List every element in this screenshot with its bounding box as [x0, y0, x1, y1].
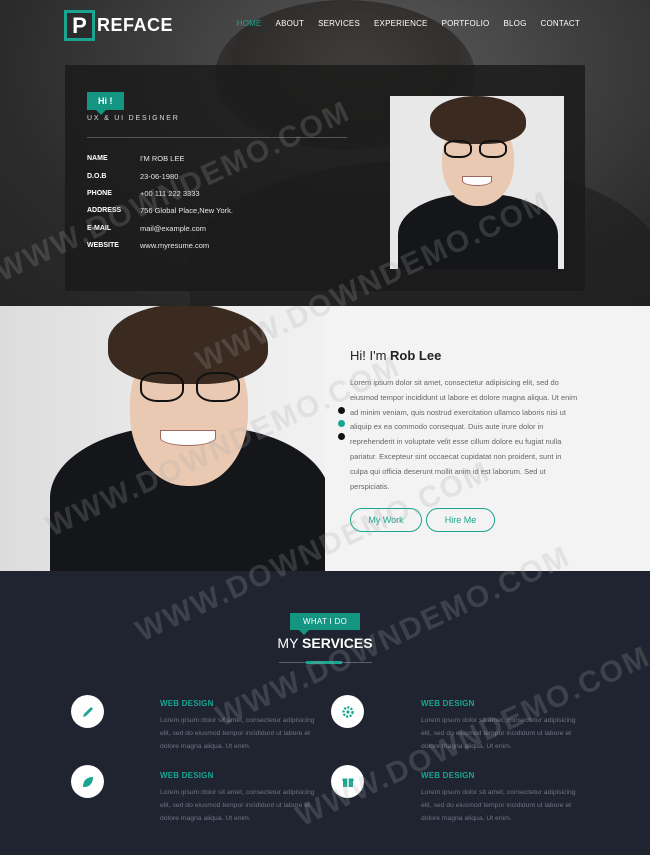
nav-contact[interactable]: CONTACT	[541, 19, 580, 28]
about-section: Hi! I'm Rob Lee Lorem ipsum dolor sit am…	[0, 306, 650, 571]
service-text: Lorem ipsum dolor sit amet, consectetur …	[421, 717, 576, 750]
nav-about[interactable]: ABOUT	[276, 19, 305, 28]
gift-icon	[331, 765, 364, 798]
detail-row: ADDRESS 756 Global Place,New York.	[87, 206, 233, 216]
main-nav: HOME ABOUT SERVICES EXPERIENCE PORTFOLIO…	[237, 19, 580, 28]
nav-services[interactable]: SERVICES	[318, 19, 360, 28]
nav-experience[interactable]: EXPERIENCE	[374, 19, 428, 28]
about-text: Lorem ipsum dolor sit amet, consectetur …	[350, 378, 578, 491]
my-work-button[interactable]: My Work	[350, 508, 422, 532]
detail-row: E-MAIL mail@example.com	[87, 223, 206, 233]
slider-dot[interactable]	[338, 433, 345, 440]
pencil-icon	[71, 695, 104, 728]
gear-icon	[331, 695, 364, 728]
service-title: WEB DESIGN	[160, 771, 214, 780]
divider	[87, 137, 347, 138]
about-photo	[0, 306, 325, 571]
slider-dots	[338, 407, 345, 440]
slider-dot-active[interactable]	[338, 420, 345, 427]
hire-me-button[interactable]: Hire Me	[426, 508, 495, 532]
profile-card: Hi ! UX & UI DESIGNER NAME I'M ROB LEE D.…	[65, 65, 585, 291]
services-section: WHAT I DO MY SERVICES WEB DESIGN Lorem i…	[0, 571, 650, 855]
service-title: WEB DESIGN	[421, 771, 475, 780]
logo-text: REFACE	[97, 15, 174, 35]
service-title: WEB DESIGN	[160, 699, 214, 708]
services-tag: WHAT I DO	[290, 613, 361, 635]
service-title: WEB DESIGN	[421, 699, 475, 708]
profile-photo	[390, 96, 564, 269]
detail-row: WEBSITE www.myresume.com	[87, 241, 210, 251]
nav-home[interactable]: HOME	[237, 19, 262, 28]
detail-row: NAME I'M ROB LEE	[87, 154, 185, 164]
services-heading: MY SERVICES	[277, 635, 373, 651]
about-title: Hi! I'm Rob Lee	[350, 348, 442, 363]
leaf-icon	[71, 765, 104, 798]
profile-details: NAME I'M ROB LEE D.O.B 23-06-1980 PHONE +00…	[87, 150, 233, 254]
slider-dot[interactable]	[338, 407, 345, 414]
service-text: Lorem ipsum dolor sit amet, consectetur …	[160, 717, 315, 750]
service-text: Lorem ipsum dolor sit amet, consectetur …	[421, 789, 576, 822]
divider-accent	[306, 661, 342, 664]
role-title: UX & UI DESIGNER	[87, 115, 180, 122]
nav-portfolio[interactable]: PORTFOLIO	[442, 19, 490, 28]
logo-mark: P	[64, 10, 95, 41]
detail-row: D.O.B 23-06-1980	[87, 171, 179, 181]
greeting-badge: Hi !	[87, 92, 124, 115]
detail-row: PHONE +00 111 222 3333	[87, 188, 200, 198]
hero-section: P REFACE HOME ABOUT SERVICES EXPERIENCE …	[0, 0, 650, 306]
service-text: Lorem ipsum dolor sit amet, consectetur …	[160, 789, 315, 822]
logo[interactable]: P REFACE	[64, 10, 173, 41]
nav-blog[interactable]: BLOG	[503, 19, 526, 28]
